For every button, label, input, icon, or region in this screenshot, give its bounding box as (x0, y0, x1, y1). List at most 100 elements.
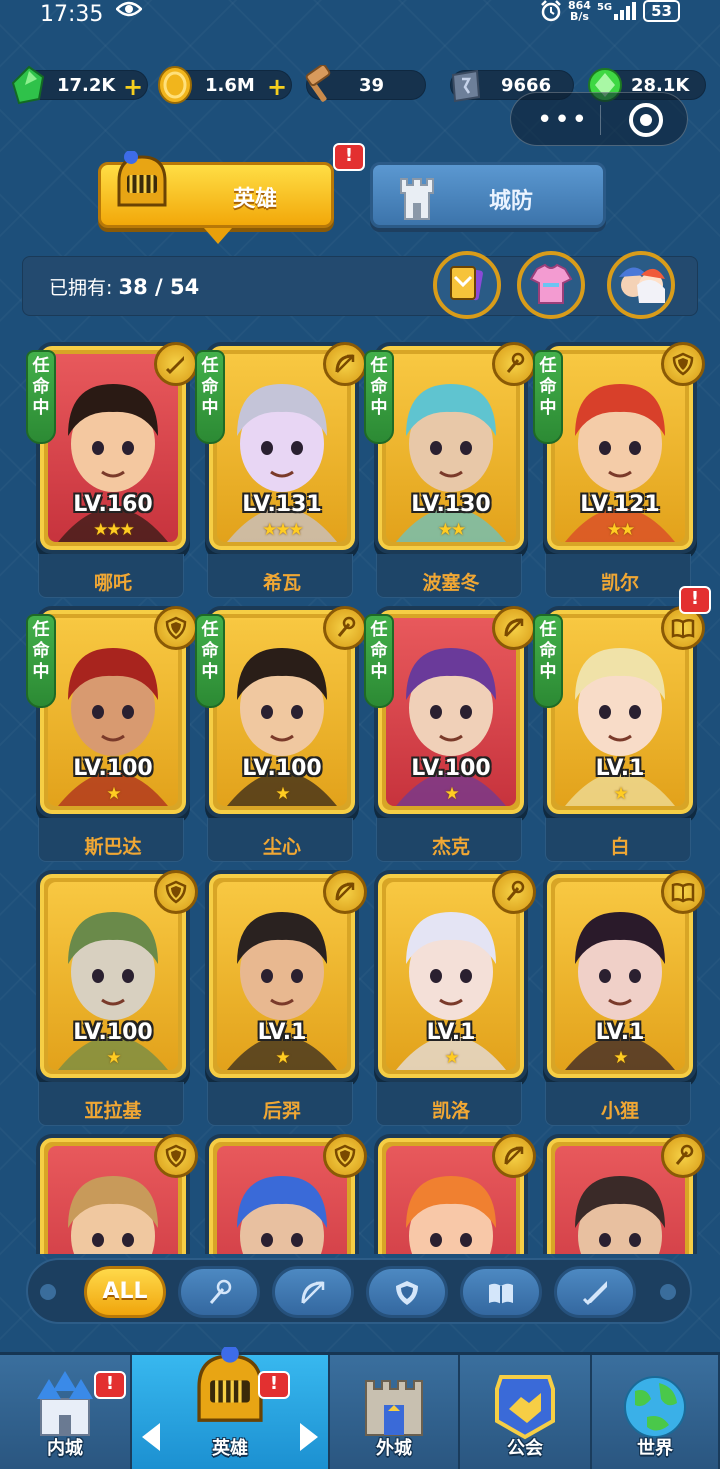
shield-icon (396, 1281, 418, 1305)
hero-card[interactable]: LV.160 ★★★ 任命中 哪吒 (26, 342, 198, 598)
bow-icon (335, 882, 355, 901)
mission-badge: 任命中 (364, 614, 394, 708)
next-arrow-icon[interactable] (300, 1423, 318, 1451)
hero-card[interactable] (378, 1134, 536, 1254)
hero-card[interactable]: LV.121 ★★ 任命中凯尔 (533, 342, 705, 598)
mission-badge: 任命中 (26, 350, 56, 444)
hero-stars: ★★ (437, 520, 466, 540)
staff-icon (675, 1144, 694, 1165)
hero-card[interactable]: LV.1 ★ 任命中! 白 (533, 586, 711, 862)
hero-cards-button[interactable] (433, 251, 501, 319)
mission-badge: 任命中 (533, 350, 563, 444)
hero-team-button[interactable] (607, 251, 675, 319)
skins-button[interactable] (517, 251, 585, 319)
filter-sword-button[interactable] (554, 1266, 636, 1318)
hero-stars: ★ (106, 784, 121, 804)
hero-stars: ★ (613, 784, 628, 804)
close-miniprogram-icon[interactable] (629, 103, 663, 137)
nav-fortress[interactable]: 外城 (330, 1355, 460, 1469)
hero-card[interactable]: LV.100 ★ 任命中 尘心 (195, 606, 367, 862)
hero-level: LV.1 (257, 1020, 307, 1045)
filter-bow-button[interactable] (272, 1266, 354, 1318)
hero-stars: ★ (613, 1048, 628, 1068)
bow-icon (335, 354, 355, 373)
bow-icon (504, 1146, 524, 1165)
hero-card[interactable]: LV.100 ★ 任命中 杰克 (364, 606, 536, 862)
hero-card[interactable] (209, 1134, 367, 1254)
hero-name: 亚拉基 (84, 1100, 142, 1122)
filter-book-button[interactable] (460, 1266, 542, 1318)
hero-role-badge (154, 1134, 198, 1178)
tab-city-defense-label: 城防 (489, 189, 534, 214)
status-bar: 17:35 864 B/s 5G 53 (0, 0, 720, 40)
filter-scroll-left-icon[interactable] (40, 1284, 56, 1300)
sword-icon (165, 356, 184, 375)
staff-icon (209, 1279, 232, 1304)
nav-handshake[interactable]: 公会 (460, 1355, 592, 1469)
hero-card[interactable]: LV.130 ★★ 任命中 波塞冬 (364, 342, 536, 598)
hero-team-icon (619, 267, 665, 303)
more-menu-icon[interactable]: ••• (537, 105, 589, 135)
status-time: 17:35 (40, 2, 104, 27)
hero-card[interactable]: LV.1 ★ 凯洛 (376, 870, 536, 1126)
hero-level: LV.130 (411, 492, 491, 517)
nav-globe[interactable]: 世界 (592, 1355, 720, 1469)
book-icon (671, 882, 695, 903)
nav-label: 世界 (637, 1438, 673, 1459)
hero-role-badge (154, 606, 198, 650)
hero-level: LV.121 (580, 492, 660, 517)
hero-stars: ★ (444, 784, 459, 804)
hero-stars: ★★ (606, 520, 635, 540)
gold-counter[interactable]: 1.6M + (158, 66, 292, 104)
hero-role-badge (492, 870, 536, 914)
castle-icon (37, 1371, 93, 1436)
add-gold-button[interactable]: + (267, 73, 287, 101)
hero-level: LV.100 (73, 756, 153, 781)
add-gem-button[interactable]: + (123, 73, 143, 101)
owned-label: 已拥有: 38 / 54 (49, 275, 200, 299)
filter-all-label: ALL (102, 1279, 148, 1304)
hero-card[interactable] (547, 1134, 705, 1254)
hero-role-badge (323, 606, 367, 650)
hero-helmet-icon (117, 151, 167, 207)
tab-hero[interactable]: 英雄 ! (98, 143, 365, 228)
hero-role-badge (323, 342, 367, 386)
hero-card[interactable]: LV.100 ★ 任命中斯巴达 (26, 606, 198, 862)
hero-card[interactable]: LV.100 ★ 亚拉基 (38, 870, 198, 1126)
hero-level: LV.131 (242, 492, 322, 517)
filter-scroll-right-icon[interactable] (660, 1284, 676, 1300)
tower-icon (400, 178, 434, 220)
hero-role-badge (661, 1134, 705, 1178)
staff-icon (337, 616, 356, 637)
filter-all-button[interactable]: ALL (84, 1266, 166, 1318)
hero-name: 杰克 (431, 836, 470, 858)
hero-stars: ★★★ (93, 520, 135, 540)
hero-role-badge (323, 870, 367, 914)
rune-stone-icon (451, 69, 481, 103)
hero-card[interactable]: LV.131 ★★★ 任命中 希瓦 (195, 342, 367, 598)
hero-name: 斯巴达 (84, 836, 142, 858)
filter-staff-button[interactable] (178, 1266, 260, 1318)
hero-stars: ★★★ (262, 520, 304, 540)
hero-card[interactable]: LV.1 ★ 小狸 (545, 870, 705, 1126)
hero-tab-alert-badge: ! (333, 143, 365, 171)
mission-badge: 任命中 (26, 614, 56, 708)
mission-badge: 任命中 (195, 350, 225, 444)
bottom-nav: 内城! 英雄! 外城 公会世界 (0, 1347, 720, 1469)
hero-name: 后羿 (262, 1100, 301, 1122)
nav-hero-helmet[interactable]: 英雄! (132, 1347, 330, 1469)
mission-badge: 任命中 (533, 614, 563, 708)
hero-role-badge (661, 342, 705, 386)
nav-castle[interactable]: 内城! (0, 1355, 132, 1469)
gem-counter[interactable]: 17.2K + (11, 65, 148, 105)
shield-icon (165, 616, 187, 640)
hero-role-badge (154, 870, 198, 914)
hero-name: 凯尔 (600, 572, 639, 594)
sword-icon (582, 1281, 607, 1306)
prev-arrow-icon[interactable] (142, 1423, 160, 1451)
hero-card[interactable]: LV.1 ★ 后羿 (207, 870, 367, 1126)
hero-card[interactable] (40, 1134, 198, 1254)
tab-city-defense[interactable]: 城防 (370, 162, 606, 228)
gold-coin-icon (158, 66, 192, 104)
filter-shield-button[interactable] (366, 1266, 448, 1318)
